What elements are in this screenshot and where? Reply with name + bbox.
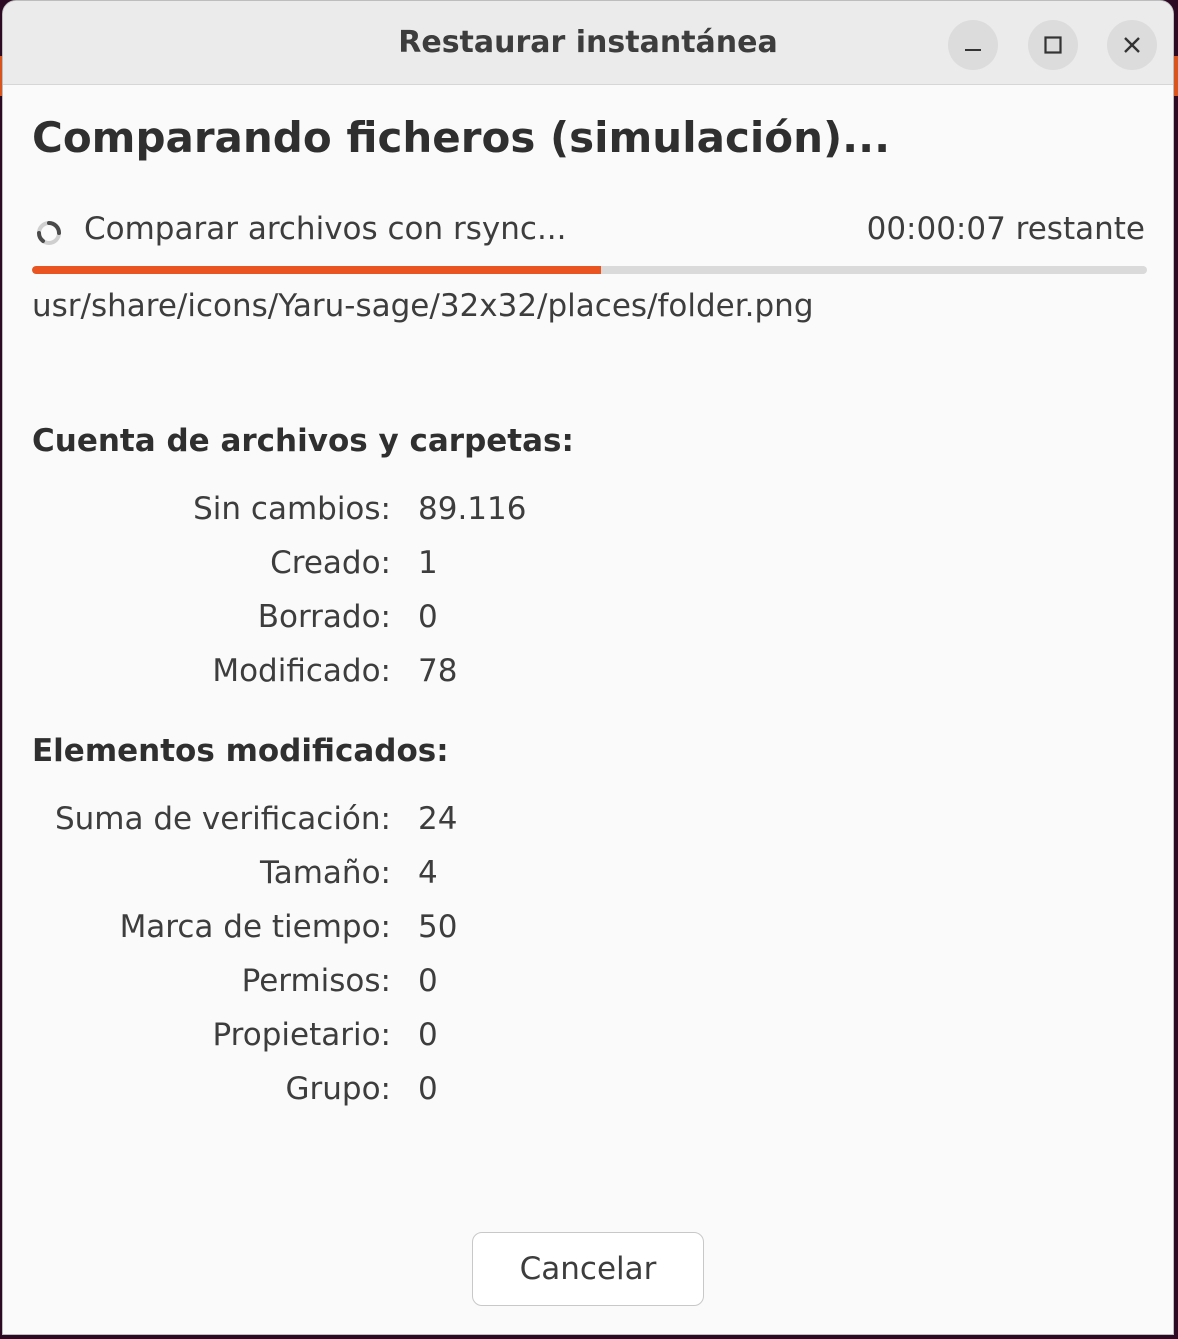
stat-value: 4 bbox=[418, 855, 438, 891]
current-file-path: usr/share/icons/Yaru-sage/32x32/places/f… bbox=[32, 288, 814, 324]
counts-section-title: Cuenta de archivos y carpetas: bbox=[32, 423, 574, 459]
cancel-button[interactable]: Cancelar bbox=[472, 1232, 704, 1306]
stat-value: 0 bbox=[418, 1071, 438, 1107]
close-button[interactable] bbox=[1107, 20, 1157, 70]
stat-value: 50 bbox=[418, 909, 458, 945]
stat-row-timestamp: Marca de tiempo: 50 bbox=[3, 909, 703, 949]
modified-section-title: Elementos modificados: bbox=[32, 733, 449, 769]
maximize-icon bbox=[1044, 36, 1062, 54]
stat-label: Suma de verificación: bbox=[54, 801, 391, 837]
progress-fill bbox=[32, 266, 601, 274]
restore-snapshot-window: Restaurar instantánea Comparando fichero… bbox=[2, 0, 1174, 1335]
time-remaining: 00:00:07 restante bbox=[866, 211, 1145, 247]
stat-value: 24 bbox=[418, 801, 458, 837]
spinner-icon bbox=[37, 221, 61, 245]
stat-value: 0 bbox=[418, 963, 438, 999]
stat-row-deleted: Borrado: 0 bbox=[3, 599, 703, 639]
stat-value: 0 bbox=[418, 1017, 438, 1053]
stat-label: Sin cambios: bbox=[193, 491, 391, 527]
stat-label: Tamaño: bbox=[259, 855, 391, 891]
stat-row-unchanged: Sin cambios: 89.116 bbox=[3, 491, 703, 531]
page-title: Comparando ficheros (simulación)... bbox=[32, 113, 891, 162]
title-bar[interactable]: Restaurar instantánea bbox=[3, 1, 1173, 85]
stat-row-checksum: Suma de verificación: 24 bbox=[3, 801, 703, 841]
stat-row-created: Creado: 1 bbox=[3, 545, 703, 585]
minimize-icon bbox=[965, 49, 981, 51]
stat-label: Borrado: bbox=[257, 599, 391, 635]
stat-row-group: Grupo: 0 bbox=[3, 1071, 703, 1111]
maximize-button[interactable] bbox=[1028, 20, 1078, 70]
stat-label: Permisos: bbox=[241, 963, 391, 999]
stat-row-permissions: Permisos: 0 bbox=[3, 963, 703, 1003]
stat-row-modified: Modificado: 78 bbox=[3, 653, 703, 693]
stat-row-owner: Propietario: 0 bbox=[3, 1017, 703, 1057]
stat-label: Modificado: bbox=[212, 653, 391, 689]
stat-value: 78 bbox=[418, 653, 458, 689]
stat-label: Grupo: bbox=[285, 1071, 391, 1107]
stat-label: Creado: bbox=[270, 545, 391, 581]
stat-value: 1 bbox=[418, 545, 438, 581]
close-icon bbox=[1124, 37, 1140, 53]
status-text: Comparar archivos con rsync... bbox=[84, 211, 567, 247]
progress-bar bbox=[32, 266, 1147, 274]
stat-label: Marca de tiempo: bbox=[119, 909, 391, 945]
minimize-button[interactable] bbox=[948, 20, 998, 70]
stat-label: Propietario: bbox=[212, 1017, 391, 1053]
stat-value: 89.116 bbox=[418, 491, 527, 527]
stat-value: 0 bbox=[418, 599, 438, 635]
stat-row-size: Tamaño: 4 bbox=[3, 855, 703, 895]
